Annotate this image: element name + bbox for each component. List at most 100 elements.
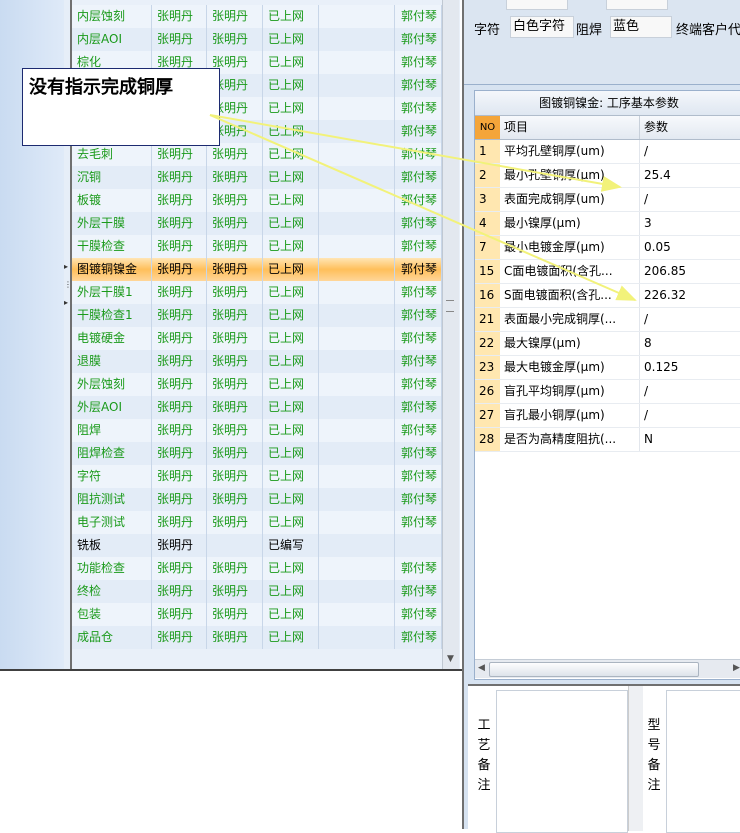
scroll-down-arrow-icon[interactable]: ▼ (443, 651, 458, 667)
process-cell-status: 已上网 (263, 5, 319, 28)
process-remark-field[interactable] (496, 690, 628, 833)
process-cell-maker: 张明丹 (152, 511, 207, 534)
param-no: 4 (475, 212, 500, 235)
process-row[interactable]: 外层干膜 张明丹 张明丹 已上网 郭付琴 (72, 212, 442, 235)
process-cell-approver: 郭付琴 (395, 74, 442, 97)
process-row[interactable]: 外层AOI 张明丹 张明丹 已上网 郭付琴 (72, 396, 442, 419)
param-row[interactable]: 1 平均孔壁铜厚(um) / (475, 140, 740, 164)
params-horizontal-scrollbar[interactable]: ◀ ▶ (475, 659, 740, 678)
process-cell-maker: 张明丹 (152, 603, 207, 626)
param-value[interactable]: / (640, 308, 740, 331)
param-row[interactable]: 15 C面电镀面积(含孔... 206.85 (475, 260, 740, 284)
param-row[interactable]: 28 是否为高精度阻抗(... N (475, 428, 740, 452)
scrollbar-grip[interactable] (446, 300, 454, 312)
process-cell-status: 已上网 (263, 396, 319, 419)
param-value[interactable]: 3 (640, 212, 740, 235)
param-value[interactable]: 0.125 (640, 356, 740, 379)
process-cell-approver: 郭付琴 (395, 51, 442, 74)
scroll-right-arrow-icon[interactable]: ▶ (733, 663, 740, 673)
param-value[interactable]: 0.05 (640, 236, 740, 259)
process-cell-blank (319, 28, 395, 51)
remark-scrollbar[interactable] (628, 686, 643, 831)
process-cell-blank (319, 603, 395, 626)
header-value[interactable]: 参数 (640, 116, 740, 139)
silkscreen-field[interactable]: 白色字符 (510, 16, 574, 38)
param-value[interactable]: 226.32 (640, 284, 740, 307)
process-row[interactable]: 功能检查 张明丹 张明丹 已上网 郭付琴 (72, 557, 442, 580)
process-cell-checker: 张明丹 (207, 28, 263, 51)
param-row[interactable]: 26 盲孔平均铜厚(μm) / (475, 380, 740, 404)
model-remark-field[interactable] (666, 690, 740, 833)
header-item[interactable]: 项目 (500, 116, 640, 139)
process-cell-status: 已上网 (263, 304, 319, 327)
param-value[interactable]: 25.4 (640, 164, 740, 187)
param-value[interactable]: 8 (640, 332, 740, 355)
grid-vertical-scrollbar[interactable] (442, 0, 459, 669)
process-cell-approver: 郭付琴 (395, 442, 442, 465)
process-row[interactable]: 铣板 张明丹 已编写 (72, 534, 442, 557)
process-row[interactable]: 电子测试 张明丹 张明丹 已上网 郭付琴 (72, 511, 442, 534)
param-item: 盲孔平均铜厚(μm) (500, 380, 640, 403)
process-row[interactable]: 图镀铜镍金 张明丹 张明丹 已上网 郭付琴 (72, 258, 442, 281)
header-no[interactable]: NO (475, 116, 500, 139)
process-row[interactable]: 干膜检查1 张明丹 张明丹 已上网 郭付琴 (72, 304, 442, 327)
process-cell-approver: 郭付琴 (395, 465, 442, 488)
process-row[interactable]: 退膜 张明丹 张明丹 已上网 郭付琴 (72, 350, 442, 373)
process-row[interactable]: 干膜检查 张明丹 张明丹 已上网 郭付琴 (72, 235, 442, 258)
param-value[interactable]: / (640, 380, 740, 403)
scrollbar-thumb[interactable] (489, 662, 699, 677)
process-row[interactable]: 电镀硬金 张明丹 张明丹 已上网 郭付琴 (72, 327, 442, 350)
process-cell-status: 已上网 (263, 28, 319, 51)
process-row[interactable]: 沉铜 张明丹 张明丹 已上网 郭付琴 (72, 166, 442, 189)
process-cell-approver: 郭付琴 (395, 327, 442, 350)
process-row[interactable]: 终检 张明丹 张明丹 已上网 郭付琴 (72, 580, 442, 603)
param-value[interactable]: N (640, 428, 740, 451)
param-row[interactable]: 23 最大电镀金厚(μm) 0.125 (475, 356, 740, 380)
process-row[interactable]: 包装 张明丹 张明丹 已上网 郭付琴 (72, 603, 442, 626)
param-row[interactable]: 22 最大镍厚(μm) 8 (475, 332, 740, 356)
param-no: 16 (475, 284, 500, 307)
process-cell-name: 图镀铜镍金 (72, 258, 152, 281)
param-value[interactable]: / (640, 188, 740, 211)
param-value[interactable]: / (640, 404, 740, 427)
process-cell-status: 已上网 (263, 465, 319, 488)
param-value[interactable]: / (640, 140, 740, 163)
param-row[interactable]: 2 最小孔壁铜厚(μm) 25.4 (475, 164, 740, 188)
process-row[interactable]: 成品仓 张明丹 张明丹 已上网 郭付琴 (72, 626, 442, 649)
param-row[interactable]: 4 最小镍厚(μm) 3 (475, 212, 740, 236)
param-item: 最小电镀金厚(μm) (500, 236, 640, 259)
process-row[interactable]: 阻抗测试 张明丹 张明丹 已上网 郭付琴 (72, 488, 442, 511)
process-row[interactable]: 去毛刺 张明丹 张明丹 已上网 郭付琴 (72, 143, 442, 166)
process-cell-blank (319, 212, 395, 235)
field-top-2[interactable] (606, 0, 668, 10)
process-cell-status: 已上网 (263, 327, 319, 350)
process-row[interactable]: 内层AOI 张明丹 张明丹 已上网 郭付琴 (72, 28, 442, 51)
scroll-left-arrow-icon[interactable]: ◀ (478, 663, 485, 673)
process-cell-maker: 张明丹 (152, 580, 207, 603)
field-top-1[interactable] (506, 0, 568, 10)
process-row[interactable]: 字符 张明丹 张明丹 已上网 郭付琴 (72, 465, 442, 488)
param-row[interactable]: 16 S面电镀面积(含孔... 226.32 (475, 284, 740, 308)
process-row[interactable]: 阻焊检查 张明丹 张明丹 已上网 郭付琴 (72, 442, 442, 465)
param-value[interactable]: 206.85 (640, 260, 740, 283)
param-no: 3 (475, 188, 500, 211)
param-row[interactable]: 3 表面完成铜厚(um) / (475, 188, 740, 212)
process-cell-checker: 张明丹 (207, 603, 263, 626)
process-cell-checker: 张明丹 (207, 304, 263, 327)
process-row[interactable]: 板镀 张明丹 张明丹 已上网 郭付琴 (72, 189, 442, 212)
process-cell-approver: 郭付琴 (395, 580, 442, 603)
process-cell-status: 已上网 (263, 511, 319, 534)
process-row[interactable]: 外层干膜1 张明丹 张明丹 已上网 郭付琴 (72, 281, 442, 304)
param-row[interactable]: 21 表面最小完成铜厚(... / (475, 308, 740, 332)
param-row[interactable]: 27 盲孔最小铜厚(μm) / (475, 404, 740, 428)
param-no: 21 (475, 308, 500, 331)
process-row[interactable]: 外层蚀刻 张明丹 张明丹 已上网 郭付琴 (72, 373, 442, 396)
param-row[interactable]: 7 最小电镀金厚(μm) 0.05 (475, 236, 740, 260)
process-row[interactable]: 内层蚀刻 张明丹 张明丹 已上网 郭付琴 (72, 5, 442, 28)
process-cell-status: 已上网 (263, 97, 319, 120)
param-no: 28 (475, 428, 500, 451)
process-cell-checker: 张明丹 (207, 626, 263, 649)
process-row[interactable]: 阻焊 张明丹 张明丹 已上网 郭付琴 (72, 419, 442, 442)
process-cell-status: 已上网 (263, 419, 319, 442)
soldermask-field[interactable]: 蓝色 (610, 16, 672, 38)
